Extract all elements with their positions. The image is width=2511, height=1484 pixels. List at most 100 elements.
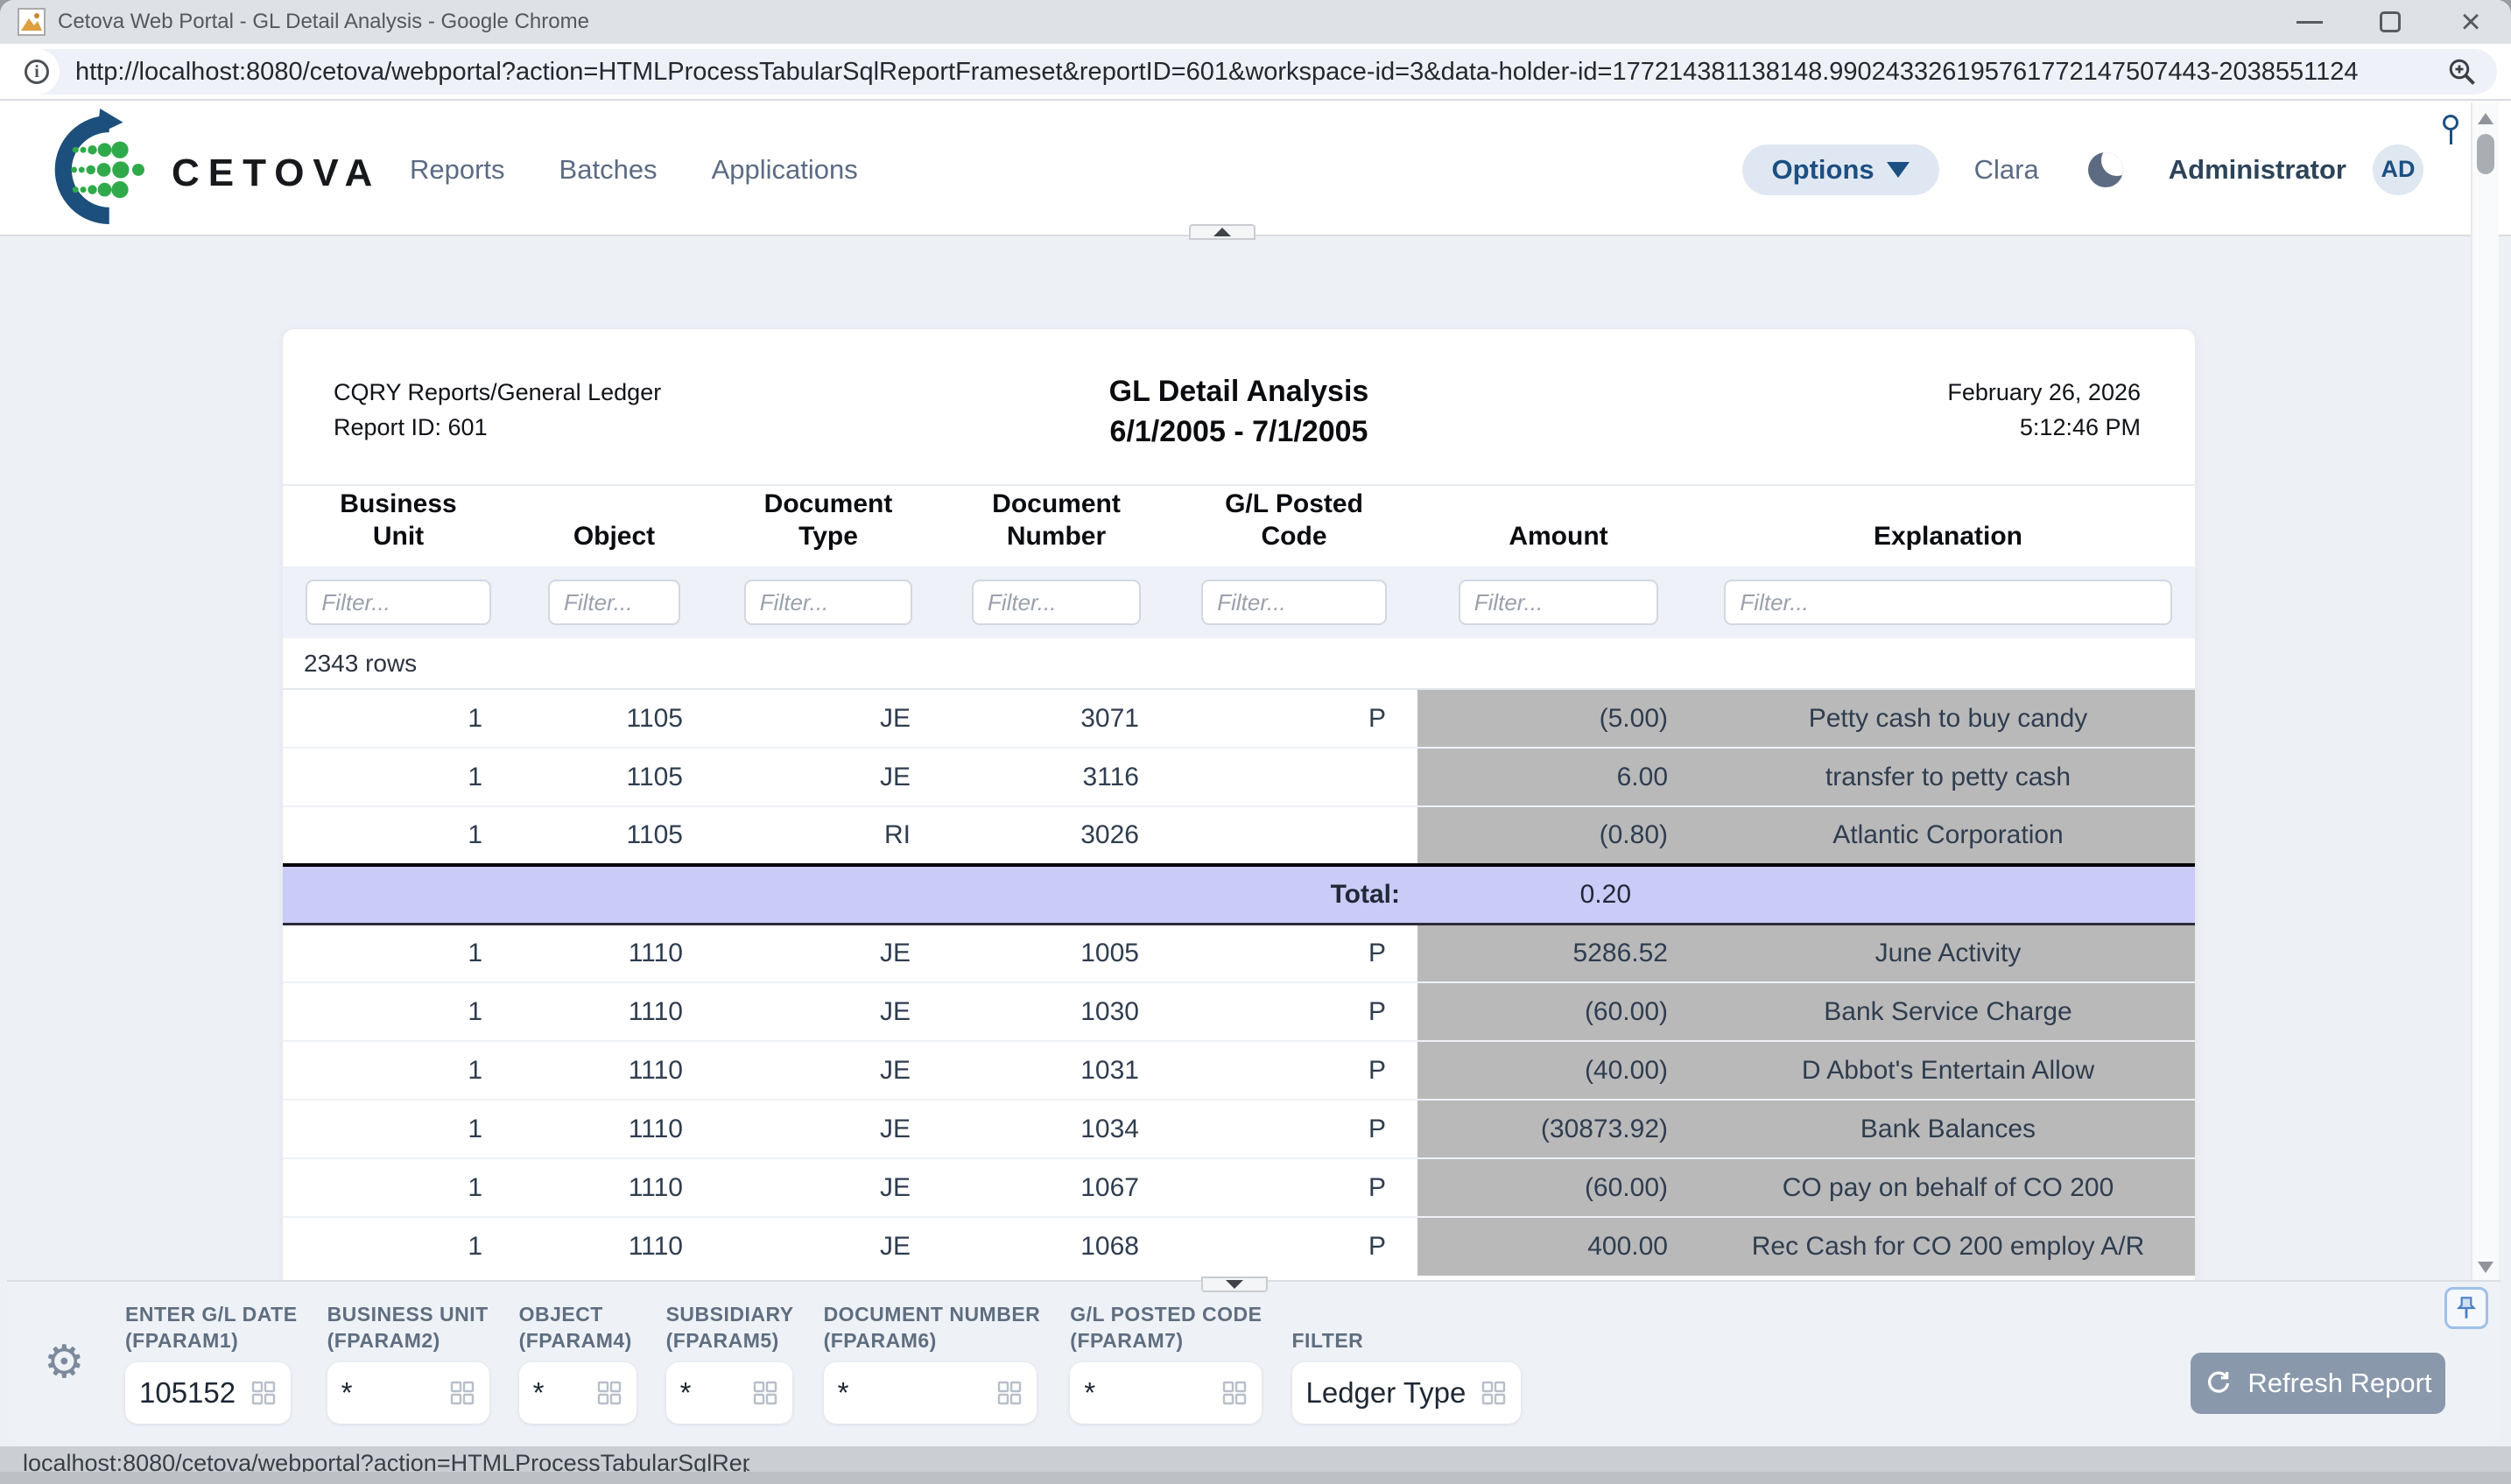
filter-input-explanation[interactable] bbox=[1724, 580, 2171, 625]
param-label: DOCUMENT NUMBER (FPARAM6) bbox=[824, 1301, 1041, 1354]
user-avatar[interactable]: AD bbox=[2373, 144, 2423, 195]
collapse-header-handle[interactable] bbox=[1189, 224, 1256, 240]
filter-input-document-type[interactable] bbox=[744, 580, 912, 625]
cell-document-type: JE bbox=[714, 924, 942, 982]
webportal-page: CETOVA Reports Batches Applications Opti… bbox=[0, 102, 2511, 1484]
cell-business-unit: 1 bbox=[283, 924, 514, 982]
table-row[interactable]: 1 1105 JE 3071 P (5.00) Petty cash to bu… bbox=[283, 689, 2196, 748]
cell-amount: (0.80) bbox=[1417, 806, 1699, 865]
row-count-row: 2343 rows bbox=[283, 638, 2196, 689]
param-field-subsidiary[interactable]: * bbox=[666, 1362, 792, 1424]
nav-link-reports[interactable]: Reports bbox=[410, 154, 505, 186]
window-titlebar: Cetova Web Portal - GL Detail Analysis -… bbox=[0, 0, 2511, 44]
filter-input-gl-posted-code[interactable] bbox=[1201, 580, 1387, 625]
grid-picker-icon[interactable] bbox=[250, 1380, 277, 1406]
page-favicon bbox=[18, 8, 46, 36]
param-field-document-number[interactable]: * bbox=[824, 1362, 1037, 1424]
scroll-down-arrow-icon[interactable] bbox=[2478, 1262, 2493, 1273]
cell-explanation: D Abbot's Entertain Allow bbox=[1699, 1041, 2196, 1100]
cell-explanation: Bank Balances bbox=[1699, 1100, 2196, 1158]
cell-explanation: CO pay on behalf of CO 200 bbox=[1699, 1158, 2196, 1217]
cell-business-unit: 1 bbox=[283, 982, 514, 1041]
cell-business-unit: 1 bbox=[283, 1041, 514, 1100]
cell-explanation: Atlantic Corporation bbox=[1699, 806, 2196, 865]
minimize-icon bbox=[2296, 21, 2323, 24]
cell-explanation: Bank Service Charge bbox=[1699, 982, 2196, 1041]
col-business-unit: Business Unit bbox=[283, 486, 514, 566]
cetova-logo-icon bbox=[16, 102, 169, 236]
pin-panel-button[interactable] bbox=[2444, 1287, 2488, 1329]
cell-gl-posted-code: P bbox=[1171, 1100, 1417, 1158]
filter-value: Ledger Type bbox=[1306, 1376, 1481, 1410]
scrollbar-thumb[interactable] bbox=[2477, 134, 2494, 174]
table-row[interactable]: 1 1105 JE 3116 6.00 transfer to petty ca… bbox=[283, 748, 2196, 806]
grid-picker-icon[interactable] bbox=[1481, 1380, 1507, 1406]
param-field-gl-date[interactable]: 105152 bbox=[125, 1362, 291, 1424]
cell-object: 1110 bbox=[514, 1158, 714, 1217]
pin-icon[interactable] bbox=[2441, 115, 2460, 150]
parameter-panel: ⚙ ENTER G/L DATE (FPARAM1) 105152 BUSINE… bbox=[7, 1280, 2500, 1446]
param-group-gl-posted-code: G/L POSTED CODE (FPARAM7) * bbox=[1070, 1301, 1262, 1424]
cell-business-unit: 1 bbox=[283, 689, 514, 748]
grid-picker-icon[interactable] bbox=[752, 1380, 778, 1406]
close-button[interactable]: × bbox=[2430, 0, 2511, 44]
ledger-type-filter[interactable]: Ledger Type bbox=[1292, 1362, 1521, 1424]
col-document-type: Document Type bbox=[714, 486, 942, 566]
param-group-business-unit: BUSINESS UNIT (FPARAM2) * bbox=[327, 1301, 489, 1424]
cell-gl-posted-code: P bbox=[1171, 924, 1417, 982]
maximize-button[interactable] bbox=[2350, 0, 2430, 44]
filter-input-document-number[interactable] bbox=[972, 580, 1141, 625]
cell-amount: (5.00) bbox=[1417, 689, 1699, 748]
grid-picker-icon[interactable] bbox=[596, 1380, 622, 1406]
table-row[interactable]: 1 1110 JE 1031 P (40.00) D Abbot's Enter… bbox=[283, 1041, 2196, 1100]
grid-picker-icon[interactable] bbox=[1221, 1380, 1248, 1406]
filter-input-object[interactable] bbox=[548, 580, 680, 625]
chevron-down-icon bbox=[1887, 162, 1910, 178]
user-role-label: Administrator bbox=[2169, 154, 2346, 186]
filter-input-amount[interactable] bbox=[1459, 580, 1659, 625]
gear-icon[interactable]: ⚙ bbox=[44, 1340, 85, 1385]
param-field-object[interactable]: * bbox=[519, 1362, 637, 1424]
col-document-number: Document Number bbox=[942, 486, 1171, 566]
nav-link-applications[interactable]: Applications bbox=[712, 154, 858, 186]
cell-document-number: 1030 bbox=[942, 982, 1171, 1041]
minimize-button[interactable] bbox=[2269, 0, 2350, 44]
param-field-business-unit[interactable]: * bbox=[327, 1362, 489, 1424]
table-row[interactable]: 1 1110 JE 1030 P (60.00) Bank Service Ch… bbox=[283, 982, 2196, 1041]
address-bar[interactable]: i http://localhost:8080/cetova/webportal… bbox=[14, 49, 2497, 95]
browser-toolbar: i http://localhost:8080/cetova/webportal… bbox=[0, 44, 2511, 101]
cell-object: 1110 bbox=[514, 1217, 714, 1276]
table-row[interactable]: 1 1110 JE 1005 P 5286.52 June Activity bbox=[283, 924, 2196, 982]
cell-explanation: transfer to petty cash bbox=[1699, 748, 2196, 806]
report-scrollbar[interactable] bbox=[2471, 102, 2499, 1280]
zoom-in-icon[interactable] bbox=[2446, 56, 2478, 88]
collapse-params-handle[interactable] bbox=[1201, 1277, 1268, 1292]
cell-document-number: 3026 bbox=[942, 806, 1171, 865]
dark-mode-toggle-moon-icon[interactable] bbox=[2088, 152, 2123, 187]
table-row[interactable]: 1 1105 RI 3026 (0.80) Atlantic Corporati… bbox=[283, 806, 2196, 865]
param-field-gl-posted-code[interactable]: * bbox=[1070, 1362, 1262, 1424]
nav-link-batches[interactable]: Batches bbox=[559, 154, 658, 186]
site-info-button[interactable]: i bbox=[14, 49, 60, 95]
info-icon: i bbox=[25, 60, 49, 84]
param-label: OBJECT (FPARAM4) bbox=[519, 1301, 637, 1354]
table-row[interactable]: 1 1110 JE 1068 P 400.00 Rec Cash for CO … bbox=[283, 1217, 2196, 1276]
grid-picker-icon[interactable] bbox=[996, 1380, 1023, 1406]
col-object: Object bbox=[514, 486, 714, 566]
filter-input-business-unit[interactable] bbox=[306, 580, 490, 625]
refresh-report-button[interactable]: Refresh Report bbox=[2191, 1353, 2445, 1414]
grid-picker-icon[interactable] bbox=[449, 1380, 475, 1406]
table-row[interactable]: 1 1110 JE 1034 P (30873.92) Bank Balance… bbox=[283, 1100, 2196, 1158]
table-row[interactable]: 1 1110 JE 1067 P (60.00) CO pay on behal… bbox=[283, 1158, 2196, 1217]
options-menu-button[interactable]: Options bbox=[1742, 144, 1939, 195]
clara-link[interactable]: Clara bbox=[1974, 154, 2039, 186]
scroll-up-arrow-icon[interactable] bbox=[2478, 113, 2493, 124]
window-title: Cetova Web Portal - GL Detail Analysis -… bbox=[58, 0, 589, 44]
cell-amount: (60.00) bbox=[1417, 1158, 1699, 1217]
filter-group: FILTER Ledger Type bbox=[1292, 1301, 1521, 1424]
cell-amount: (60.00) bbox=[1417, 982, 1699, 1041]
param-label: ENTER G/L DATE (FPARAM1) bbox=[125, 1301, 298, 1354]
cell-object: 1105 bbox=[514, 689, 714, 748]
cell-gl-posted-code: P bbox=[1171, 1217, 1417, 1276]
brand-wordmark: CETOVA bbox=[172, 151, 381, 195]
